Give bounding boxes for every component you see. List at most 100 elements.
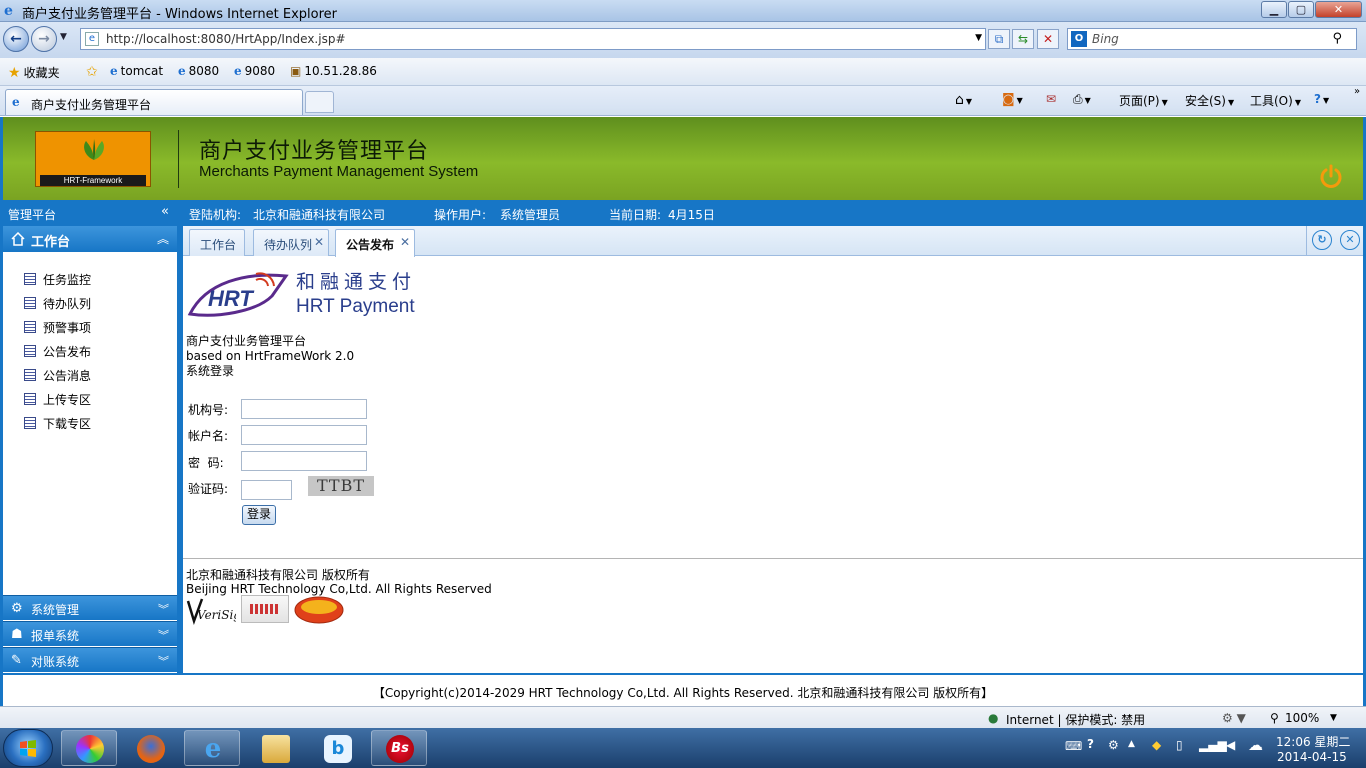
copyright-text: 【Copyright(c)2014-2029 HRT Technology Co… [372,686,994,700]
security-zone[interactable]: Internet | 保护模式: 禁用 [1006,711,1145,728]
minimize-button[interactable]: ▁ [1261,1,1287,18]
taskbar-bs-app[interactable]: Bs [371,730,427,766]
page-menu[interactable]: 页面(P) ▼ [1119,92,1168,109]
sidebar-item-todo-queue[interactable]: 待办队列 [24,294,164,312]
maximize-button[interactable]: ▢ [1288,1,1314,18]
protected-mode-icon[interactable]: ⚙ ▼ [1222,711,1246,725]
home-icon[interactable]: ⌂ ▼ [955,92,972,108]
zoom-dropdown-icon[interactable]: ▼ [1330,713,1337,723]
chevron-up-icon[interactable]: ︽ [157,230,169,247]
password-input[interactable] [241,451,367,471]
search-box[interactable]: O Bing ⚲ [1067,28,1357,50]
show-hidden-icons[interactable]: ▲ [1128,739,1135,749]
close-tab-icon[interactable]: ✕ [314,235,324,249]
power-icon[interactable] [1319,164,1343,188]
device-icon[interactable]: ▯ [1176,738,1183,752]
taskbar-explorer[interactable] [247,730,303,766]
list-icon [24,417,36,429]
zoom-level[interactable]: 100% [1285,711,1319,725]
hrt-payment-logo: HRT 和融通支付 HRT Payment [187,271,415,317]
clock-time[interactable]: 12:06 星期二 [1276,733,1350,750]
verisign-seal[interactable]: VeriSign [186,595,249,625]
account-input[interactable] [241,425,367,445]
sidebar-item-task-monitor[interactable]: 任务监控 [24,270,164,288]
safety-menu[interactable]: 安全(S) ▼ [1185,92,1234,109]
tab-workbench[interactable]: 工作台 [189,229,245,256]
stop-icon[interactable]: ✕ [1037,29,1059,49]
login-button[interactable]: 登录 [242,505,276,525]
sidebar-group-system[interactable]: ⚙ 系统管理 ︾ [3,595,177,620]
captcha-input[interactable] [241,480,292,500]
close-button[interactable]: ✕ [1315,1,1362,18]
history-dropdown-icon[interactable]: ▼ [60,32,67,42]
print-icon[interactable]: ⎙ ▼ [1073,92,1091,107]
chevron-down-icon[interactable]: ︾ [158,653,169,669]
keyboard-icon[interactable]: ⌨ [1065,739,1082,753]
fav-link-ip[interactable]: ▣ 10.51.28.86 [290,64,377,78]
add-favorite-icon[interactable]: ✩ [86,64,101,80]
sidebar-group-workbench[interactable]: 工作台 ︽ [3,226,177,252]
search-icon[interactable]: ⚲ [1332,31,1342,46]
network-icon[interactable]: ▂▄▆ [1199,738,1227,752]
tab-todo-queue[interactable]: 待办队列 ✕ [253,229,329,256]
chevron-down-icon[interactable]: ︾ [158,627,169,643]
fav-link-8080[interactable]: e 8080 [178,64,219,78]
search-placeholder: Bing [1092,32,1119,46]
tools-menu[interactable]: 工具(O) ▼ [1250,92,1301,109]
sidebar-item-alerts[interactable]: 预警事项 [24,318,164,336]
feeds-icon[interactable]: ◙ ▼ [1002,92,1023,107]
sidebar-item-upload[interactable]: 上传专区 [24,390,164,408]
cloud-icon[interactable]: ☁ [1248,736,1263,754]
captcha-image[interactable]: TTBT [308,476,374,496]
refresh-tab-icon[interactable]: ↻ [1312,230,1332,250]
refresh-icon[interactable]: ⇆ [1012,29,1034,49]
navigation-bar: ← → ▼ e http://localhost:8080/HrtApp/Ind… [0,22,1366,58]
address-url: http://localhost:8080/HrtApp/Index.jsp# [106,32,346,46]
tab-announce-publish[interactable]: 公告发布 ✕ [335,229,415,257]
address-dropdown-icon[interactable]: ▼ [975,33,982,43]
browser-tab[interactable]: e 商户支付业务管理平台 [5,89,303,115]
close-tab-icon[interactable]: ✕ [400,235,410,249]
help-icon[interactable]: ? ▼ [1314,92,1329,106]
favorites-button[interactable]: ★ 收藏夹 [8,64,60,81]
fav-link-tomcat[interactable]: e tomcat [110,64,163,78]
browser-tab-row: e 商户支付业务管理平台 ⌂ ▼ ◙ ▼ ✉ ⎙ ▼ 页面(P) ▼ 安全(S) ▼ 工具… [0,86,1366,116]
chevron-more-icon[interactable]: » [1354,86,1360,97]
settings-tray-icon[interactable]: ⚙ [1108,738,1119,752]
compatibility-view-icon[interactable]: ⧉ [988,29,1010,49]
address-bar[interactable]: e http://localhost:8080/HrtApp/Index.jsp… [80,28,986,50]
sidebar-item-announce-messages[interactable]: 公告消息 [24,366,164,384]
taskbar-firefox[interactable] [122,730,178,766]
forward-button[interactable]: → [31,26,57,52]
help-tray-icon[interactable]: ? [1087,737,1094,751]
new-tab-button[interactable] [305,91,334,113]
start-button[interactable] [3,729,53,767]
org-number-input[interactable] [241,399,367,419]
qq-icon[interactable]: ◆ [1152,738,1161,752]
close-all-tabs-icon[interactable]: ✕ [1340,230,1360,250]
mail-icon[interactable]: ✉ [1046,92,1056,106]
taskbar-b-app[interactable]: b [309,730,365,766]
volume-icon[interactable]: ◀ [1226,738,1235,752]
info-bar: 登陆机构: 北京和融通科技有限公司 操作用户: 系统管理员 当前日期: 4月15… [3,200,1363,226]
collapse-sidebar-icon[interactable]: « [161,204,169,219]
pcidss-seal[interactable] [294,595,344,625]
org-number-label: 机构号: [188,403,229,417]
fav-link-9080[interactable]: e 9080 [234,64,275,78]
browser-tab-title: 商户支付业务管理平台 [31,98,152,112]
clock-date[interactable]: 2014-04-15 [1277,750,1347,764]
sidebar-group-reconcile[interactable]: ✎ 对账系统 ︾ [3,647,177,672]
gear-icon: ⚙ [11,601,23,616]
taskbar-picasa[interactable] [61,730,117,766]
sidebar-group-report[interactable]: ☗ 报单系统 ︾ [3,621,177,646]
back-button[interactable]: ← [3,26,29,52]
license-seal[interactable] [241,595,289,623]
taskbar-ie[interactable]: e [184,730,240,766]
globe-icon: ● [988,711,999,725]
chevron-down-icon[interactable]: ︾ [158,601,169,617]
window-title: 商户支付业务管理平台 - Windows Internet Explorer [22,7,337,22]
page-icon: e [85,32,99,46]
leaf-icon [84,139,104,160]
sidebar-item-announce-publish[interactable]: 公告发布 [24,342,164,360]
sidebar-item-download[interactable]: 下载专区 [24,414,164,432]
